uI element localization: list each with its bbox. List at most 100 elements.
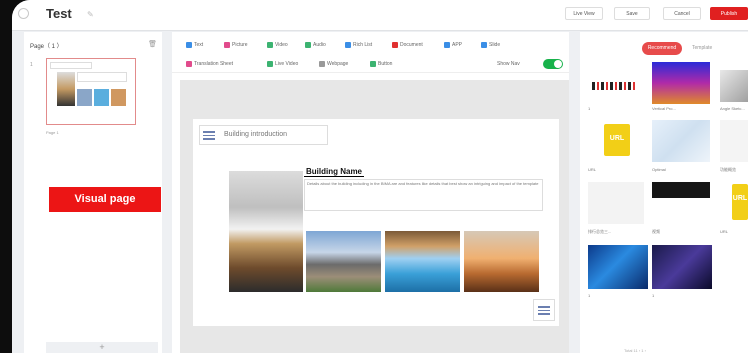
tool-label: Video (275, 42, 288, 48)
asset-thumb-blank[interactable] (720, 120, 748, 162)
pagination[interactable]: Total 11 ‹ 1 › (624, 348, 646, 353)
tool-label: APP (452, 42, 463, 48)
tool-label: Live Video (275, 61, 299, 67)
thumb-image (77, 89, 92, 106)
pages-panel: Page（ 1 ） 🗑 1 Page 1 Visual page + (24, 32, 162, 353)
publish-button[interactable]: Publish (710, 7, 748, 20)
edit-title-icon[interactable]: ✎ (87, 10, 94, 19)
nav-bar[interactable]: Building introduction (199, 125, 328, 145)
page-canvas[interactable]: Building introduction Building Name Deta… (193, 119, 559, 326)
visual-page-annotation: Visual page (49, 187, 161, 212)
tool-picture[interactable]: Picture (224, 42, 248, 48)
sheet-icon (186, 61, 192, 67)
url-text: URL (732, 195, 748, 202)
tool-button[interactable]: Button (370, 61, 392, 67)
asset-label: URL (588, 167, 597, 172)
tool-label: Webpage (327, 61, 349, 67)
tab-recommend[interactable]: Recommend (642, 42, 682, 55)
asset-label: 1 (588, 293, 591, 298)
slide-icon (481, 42, 487, 48)
tool-webpage[interactable]: Webpage (319, 61, 348, 67)
document-icon (392, 42, 398, 48)
tool-label: Text (194, 42, 204, 48)
page-thumbnail[interactable] (46, 58, 136, 125)
tool-video[interactable]: Video (267, 42, 288, 48)
asset-label: Vertical Pro... (652, 106, 676, 111)
canvas-area: Building introduction Building Name Deta… (180, 80, 569, 353)
tool-translation-sheet[interactable]: Translation Sheet (186, 61, 233, 67)
building-description[interactable]: Details about the building including in … (304, 179, 543, 211)
asset-label: 1 (588, 106, 591, 111)
video-icon (267, 42, 273, 48)
menu-icon[interactable] (203, 129, 215, 141)
url-icon[interactable]: URL (732, 184, 748, 220)
back-icon[interactable] (18, 8, 29, 19)
tool-label: Audio (313, 42, 326, 48)
asset-label: Optimal (652, 167, 666, 172)
picture-icon (224, 42, 230, 48)
tool-app[interactable]: APP (444, 42, 462, 48)
tool-label: Translation Sheet (194, 61, 234, 67)
asset-thumb-people[interactable] (652, 62, 710, 104)
asset-label: 1 (652, 293, 655, 298)
asset-thumb-space[interactable] (652, 245, 712, 289)
tool-document[interactable]: Document (392, 42, 423, 48)
tool-live-video[interactable]: Live Video (267, 61, 298, 67)
tool-text[interactable]: Text (186, 42, 203, 48)
tool-rich-list[interactable]: Rich List (345, 42, 372, 48)
top-bar: Test ✎ Live View Save Cancel Publish (12, 0, 748, 31)
text-icon (186, 42, 192, 48)
asset-thumb-windows[interactable] (588, 245, 648, 289)
building-name[interactable]: Building Name (304, 167, 365, 177)
thumb-text (77, 72, 127, 82)
tool-label: Button (378, 61, 393, 67)
trash-icon[interactable]: 🗑 (148, 40, 157, 48)
url-icon[interactable]: URL (604, 124, 630, 156)
qr-strip (592, 82, 636, 90)
thumb-image (94, 89, 109, 106)
save-button[interactable]: Save (614, 7, 650, 20)
show-nav-label: Show Nav (497, 61, 520, 67)
add-page-button[interactable]: + (46, 342, 158, 353)
asset-label: URL (720, 229, 729, 234)
app-icon (444, 42, 450, 48)
url-text: URL (609, 135, 625, 142)
asset-thumb-panel[interactable] (588, 182, 644, 224)
nav-title: Building introduction (224, 131, 288, 138)
live-view-button[interactable]: Live View (565, 7, 603, 20)
live-icon (267, 61, 273, 67)
tab-template[interactable]: Template (692, 45, 712, 51)
asset-thumb-qr[interactable] (588, 70, 640, 102)
page-number: 1 (30, 62, 33, 68)
app-window: Test ✎ Live View Save Cancel Publish Pag… (12, 0, 748, 353)
tool-label: Picture (232, 42, 248, 48)
thumb-caption: Page 1 (46, 130, 59, 135)
editor-panel: Text Picture Video Audio Rich List Docum… (172, 32, 569, 353)
tool-slide[interactable]: Slide (481, 42, 500, 48)
component-toolbar: Text Picture Video Audio Rich List Docum… (172, 32, 569, 73)
tool-label: Document (400, 42, 423, 48)
pages-header: Page（ 1 ） (30, 44, 63, 50)
asset-label: 排行总览三... (588, 229, 612, 234)
cancel-button[interactable]: Cancel (663, 7, 701, 20)
asset-thumb-video[interactable] (652, 182, 710, 198)
thumb-image (57, 72, 75, 106)
asset-label: 功能概览 (720, 167, 736, 172)
asset-thumb-sketch[interactable] (720, 70, 748, 102)
terrace-image[interactable] (464, 231, 539, 292)
asset-thumb-map[interactable] (652, 120, 710, 162)
show-nav-toggle[interactable] (543, 59, 563, 69)
thumb-image (111, 89, 126, 106)
webpage-icon (319, 61, 325, 67)
audio-icon (305, 42, 311, 48)
tool-audio[interactable]: Audio (305, 42, 326, 48)
page-title: Test (46, 6, 72, 21)
pool-image[interactable] (385, 231, 460, 292)
tool-label: Slide (489, 42, 501, 48)
thumb-nav (50, 62, 92, 69)
tool-label: Rich List (353, 42, 373, 48)
interior-image[interactable] (229, 171, 303, 292)
floating-menu-button[interactable] (533, 299, 555, 321)
house-image[interactable] (306, 231, 381, 292)
asset-label: 视频 (652, 229, 660, 234)
